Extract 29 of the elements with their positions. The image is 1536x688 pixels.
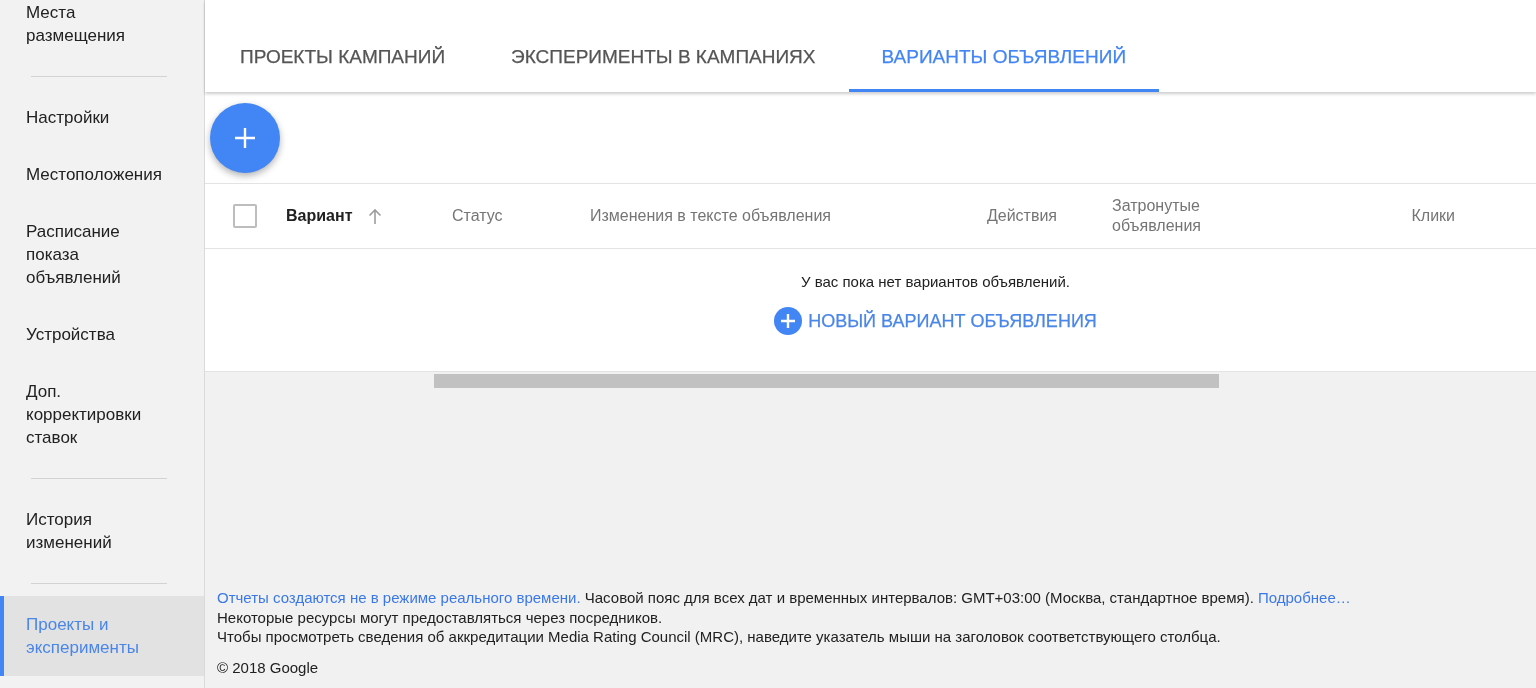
column-header[interactable]: Действия <box>986 206 1057 226</box>
sidebar-item[interactable]: Расписание показа объявлений <box>0 203 204 306</box>
sidebar-item[interactable]: Доп. корректировки ставок <box>0 363 204 466</box>
footer-note: Некоторые ресурсы могут предоставляться через посредников. <box>217 607 664 627</box>
column-header[interactable]: Вариант <box>286 206 383 226</box>
tab[interactable]: ВАРИАНТЫ ОБЪЯВЛЕНИЙ <box>848 22 1160 92</box>
plus-circle-icon <box>774 307 803 335</box>
footer-note: Чтобы просмотреть сведения об аккредитации Media Rating Council (MRC), наведите указатель мыши на заголовок соответствующего столбца. <box>217 627 1222 647</box>
column-header[interactable]: Изменения в тексте объявления <box>590 206 831 226</box>
plus-icon <box>234 126 256 149</box>
sidebar-item[interactable]: Устройства <box>0 306 204 363</box>
tab[interactable]: ЭКСПЕРИМЕНТЫ В КАМПАНИЯХ <box>478 22 849 92</box>
column-header[interactable]: Затронутые объявления <box>1112 196 1232 236</box>
scrollbar-thumb[interactable] <box>433 374 1220 388</box>
add-button[interactable] <box>210 102 280 173</box>
footer-link[interactable]: Отчеты создаются не в режиме реального времени. <box>217 589 581 606</box>
column-header[interactable]: Статус <box>452 206 503 226</box>
new-variant-link[interactable]: НОВЫЙ ВАРИАНТ ОБЪЯВЛЕНИЯ <box>774 307 1097 335</box>
tab[interactable]: ПРОЕКТЫ КАМПАНИЙ <box>207 22 479 92</box>
footer-note: Отчеты создаются не в режиме реального времени. Часовой пояс для всех дат и временных интервалов: GMT+03:00 (Москва, стандартное время). Подробнее… <box>217 588 1352 608</box>
footer-link[interactable]: Подробнее… <box>1257 589 1351 606</box>
sidebar-item[interactable]: История изменений <box>0 491 204 571</box>
empty-state-message: У вас пока нет вариантов объявлений. <box>800 272 1071 292</box>
copyright-text: © 2018 Google <box>217 658 320 678</box>
sidebar-item[interactable]: Настройки <box>0 89 204 146</box>
column-header[interactable]: Клики <box>1411 206 1455 226</box>
sidebar-item[interactable]: Местоположения <box>0 146 204 203</box>
select-all-checkbox[interactable] <box>233 204 257 228</box>
sidebar-item[interactable]: Места размещения <box>0 0 204 64</box>
